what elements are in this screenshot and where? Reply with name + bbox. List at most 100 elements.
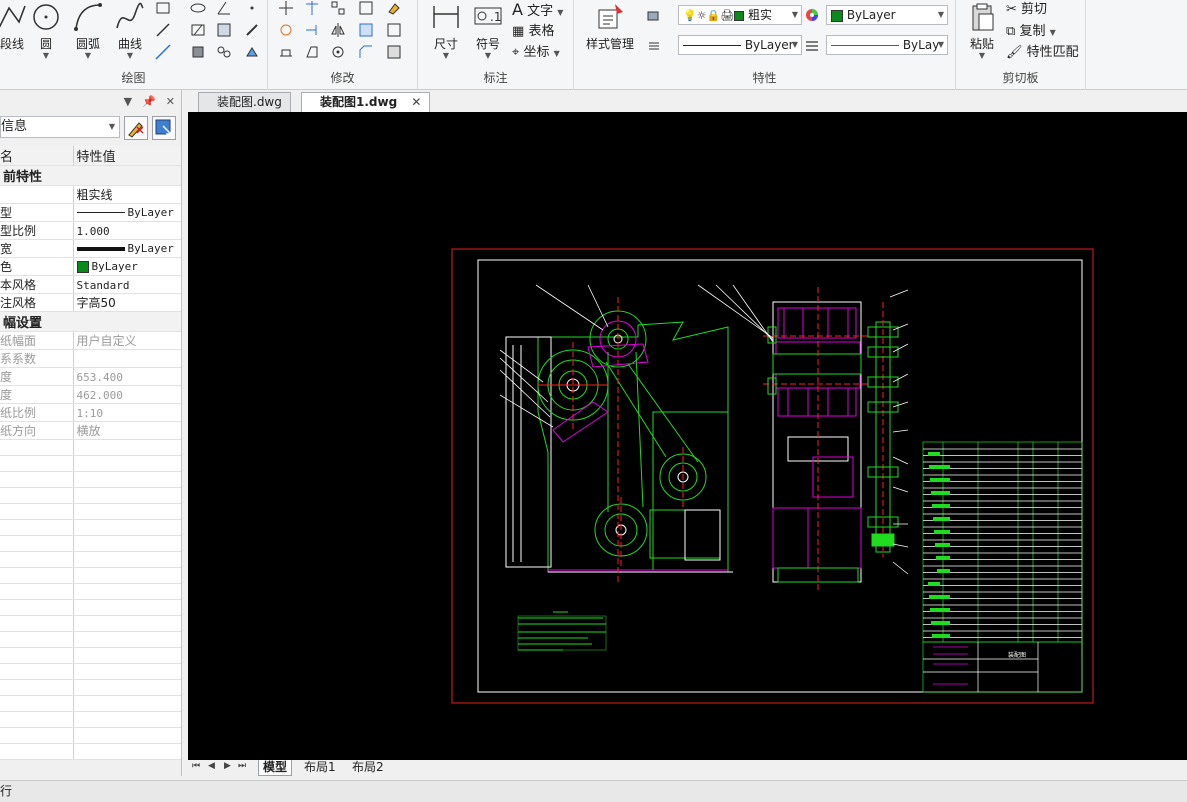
edit-icon[interactable] (386, 44, 402, 60)
paste-button[interactable]: 粘贴 ▼ (962, 2, 1002, 60)
style-manager-button[interactable]: 样式管理 (582, 2, 638, 52)
property-value[interactable]: 653.400 (73, 367, 181, 386)
symbol-button[interactable]: .1 符号 ▼ (468, 2, 508, 60)
coordinate-button[interactable]: ⌖ 坐标 ▼ (512, 41, 560, 60)
tab-layout2[interactable]: 布局2 (348, 760, 388, 776)
trim-icon[interactable] (304, 0, 320, 16)
property-value[interactable]: 1.000 (73, 221, 181, 240)
chamfer-icon[interactable] (358, 44, 374, 60)
rotate-icon[interactable] (278, 22, 294, 38)
property-value[interactable]: 字高50 (73, 293, 181, 312)
linetype-dropdown[interactable]: ByLayer ▼ (678, 35, 802, 55)
arc-dropdown-icon[interactable]: ▼ (68, 52, 108, 60)
arc-button[interactable]: 圆弧 ▼ (68, 2, 108, 60)
tab-layout1[interactable]: 布局1 (300, 760, 340, 776)
property-row[interactable]: 本风格 Standard (0, 275, 181, 294)
panel-menu-icon[interactable]: ▼ (124, 95, 132, 108)
stretch-icon[interactable] (278, 44, 294, 60)
drawing-canvas[interactable]: 装配图 (188, 112, 1187, 760)
doc-tab-1[interactable]: 装配图.dwg (198, 92, 291, 112)
property-row[interactable]: 注风格 字高50 (0, 293, 181, 312)
curve-dropdown-icon[interactable]: ▼ (110, 52, 150, 60)
property-row[interactable]: 系系数 (0, 349, 181, 368)
copy-button[interactable]: ⧉ 复制 ▼ (1006, 20, 1056, 39)
prev-tab-icon[interactable]: ◀ (208, 761, 215, 771)
angle-icon[interactable] (216, 0, 232, 16)
property-row[interactable]: 型 ByLayer (0, 203, 181, 222)
rectangle-icon[interactable] (155, 0, 171, 16)
close-icon[interactable]: ✕ (166, 95, 175, 108)
tab-model[interactable]: 模型 (258, 760, 293, 776)
selection-dropdown[interactable]: 信息 ▼ (0, 116, 120, 138)
property-row[interactable]: 度 462.000 (0, 385, 181, 404)
hatch-icon[interactable] (190, 22, 206, 38)
property-row[interactable]: 纸比例 1:10 (0, 403, 181, 422)
fill-icon[interactable] (244, 44, 260, 60)
select-objects-button[interactable] (152, 116, 176, 140)
explode-icon[interactable] (358, 0, 374, 16)
property-value[interactable]: ByLayer (73, 257, 181, 276)
property-value[interactable] (73, 349, 181, 368)
pick-icon[interactable] (244, 22, 260, 38)
next-tab-icon[interactable]: ▶ (224, 761, 231, 771)
property-value[interactable]: 粗实线 (73, 185, 181, 204)
text-button[interactable]: A 文字 ▼ (512, 0, 563, 19)
color-wheel-icon[interactable] (804, 7, 820, 23)
property-row[interactable]: 型比例 1.000 (0, 221, 181, 240)
property-value[interactable]: 特性值 (73, 146, 181, 166)
dimension-dropdown-icon[interactable]: ▼ (426, 52, 466, 60)
line-icon[interactable] (155, 22, 171, 38)
pin-icon[interactable]: 📌 (142, 95, 156, 108)
property-value[interactable]: 462.000 (73, 385, 181, 404)
cloud-icon[interactable] (216, 44, 232, 60)
color-dropdown[interactable]: ByLayer ▼ (826, 5, 948, 25)
layer-dropdown[interactable]: 💡☼🔒🖨 粗实 ▼ (678, 5, 802, 25)
curve-button[interactable]: 曲线 ▼ (110, 2, 150, 60)
last-tab-icon[interactable]: ⏭ (238, 761, 246, 771)
mirror-icon[interactable] (330, 22, 346, 38)
offset-icon[interactable] (386, 22, 402, 38)
property-value[interactable]: ByLayer (73, 203, 181, 222)
cut-button[interactable]: ✂ 剪切 (1006, 0, 1047, 17)
doc-tab-2[interactable]: 装配图1.dwg ✕ (301, 92, 431, 112)
property-row[interactable]: 纸幅面 用户自定义 (0, 331, 181, 350)
first-tab-icon[interactable]: ⏮ (192, 761, 200, 771)
property-section[interactable]: 前特性 (0, 165, 181, 186)
close-tab-icon[interactable]: ✕ (411, 95, 421, 109)
block-icon[interactable] (190, 44, 206, 60)
property-value[interactable]: 横放 (73, 421, 181, 440)
table-button[interactable]: ▦ 表格 (512, 20, 554, 39)
property-value[interactable]: 1:10 (73, 403, 181, 422)
property-row[interactable]: 度 653.400 (0, 367, 181, 386)
erase-icon[interactable] (386, 0, 402, 16)
layer-tools-icon[interactable] (646, 8, 662, 24)
break-icon[interactable] (304, 44, 320, 60)
circle-dropdown-icon[interactable]: ▼ (26, 52, 66, 60)
property-row[interactable]: 色 ByLayer (0, 257, 181, 276)
paste-dropdown-icon[interactable]: ▼ (962, 52, 1002, 60)
property-row[interactable]: 宽 ByLayer (0, 239, 181, 258)
scale-icon[interactable] (358, 22, 374, 38)
symbol-dropdown-icon[interactable]: ▼ (468, 52, 508, 60)
fillet-icon[interactable] (330, 44, 346, 60)
move-icon[interactable] (278, 0, 294, 16)
lineweight-icon[interactable] (804, 38, 820, 54)
extend-icon[interactable] (304, 22, 320, 38)
property-section[interactable]: 幅设置 (0, 311, 181, 332)
construction-line-icon[interactable] (155, 44, 171, 60)
lineweight-dropdown[interactable]: ByLay ▼ (826, 35, 948, 55)
property-value[interactable]: 用户自定义 (73, 331, 181, 350)
ellipse-icon[interactable] (190, 0, 206, 16)
dimension-button[interactable]: 尺寸 ▼ (426, 2, 466, 60)
array-icon[interactable] (330, 0, 346, 16)
region-icon[interactable] (216, 22, 232, 38)
property-row[interactable]: 粗实线 (0, 185, 181, 204)
match-properties-button[interactable]: 🖌 特性匹配 (1006, 41, 1079, 60)
list-icon[interactable] (646, 38, 662, 54)
point-icon[interactable] (244, 0, 260, 16)
circle-button[interactable]: 圆 ▼ (26, 2, 66, 60)
property-value[interactable]: Standard (73, 275, 181, 294)
quick-select-button[interactable] (124, 116, 148, 140)
property-row[interactable]: 纸方向 横放 (0, 421, 181, 440)
property-value[interactable]: ByLayer (73, 239, 181, 258)
